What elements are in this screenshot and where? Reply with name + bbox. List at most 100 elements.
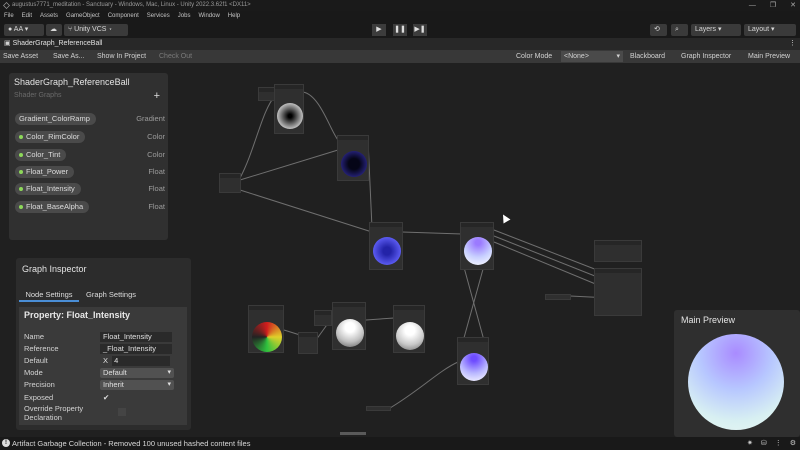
property-type: Color [147,150,165,159]
blackboard-title: ShaderGraph_ReferenceBall [14,77,130,87]
shader-node[interactable] [337,135,369,181]
main-preview-title: Main Preview [681,315,736,325]
wire [493,235,611,283]
exposed-checkbox[interactable]: ✔ [100,393,109,403]
hierarchy-icon[interactable]: ⋮ [775,437,782,450]
property-type: Gradient [136,114,165,123]
wire [401,231,463,235]
node-preview [464,237,492,265]
wire [493,229,611,276]
wire [493,241,611,291]
property-type: Float [148,202,165,211]
property-type: Float [148,167,165,176]
wire [239,189,373,233]
mode-value: Default [103,368,127,377]
property-pill[interactable]: Color_Tint [15,149,67,161]
shader-node[interactable] [298,332,318,354]
shader-node[interactable] [457,337,489,385]
blackboard-panel: ShaderGraph_ReferenceBall Shader Graphs … [9,73,168,240]
add-property-button[interactable]: + [154,90,160,102]
shader-node[interactable] [314,310,332,326]
property-pill[interactable]: Gradient_ColorRamp [15,113,96,125]
wire [239,149,339,181]
blackboard-property[interactable]: Color_RimColor Color [15,131,165,143]
blackboard-property[interactable]: Gradient_ColorRamp Gradient [15,113,165,125]
mode-label: Mode [24,368,43,377]
blackboard-property[interactable]: Color_Tint Color [15,149,165,161]
default-axis-label: X [103,356,109,365]
node-preview [277,103,303,129]
canvas-scrollbar[interactable] [340,432,366,435]
inspector-tabs: Node Settings Graph Settings [16,288,191,302]
blackboard-property[interactable]: Float_Intensity Float [15,183,165,195]
blackboard-subtitle: Shader Graphs [14,92,62,99]
tab-graph-settings[interactable]: Graph Settings [86,288,136,302]
reference-label: Reference [24,344,59,353]
property-header: Property: Float_Intensity [24,310,131,320]
blackboard-property[interactable]: Float_Power Float [15,166,165,178]
node-preview [336,319,364,347]
override-property-label: Override Property Declaration [24,404,84,422]
default-field[interactable]: X 4 [100,356,172,366]
node-preview [373,237,401,265]
graph-inspector-panel: Graph Inspector Node Settings Graph Sett… [16,258,191,430]
shader-node[interactable] [460,222,494,270]
wire [389,361,459,409]
cache-icon[interactable]: ⛁ [761,437,767,450]
precision-label: Precision [24,380,55,389]
reference-field[interactable]: _Float_Intensity [100,344,172,354]
blackboard-property[interactable]: Float_BaseAlpha Float [15,201,165,213]
property-pill[interactable]: Float_Power [15,166,75,178]
node-preview [252,322,282,352]
status-message[interactable]: Artifact Garbage Collection - Removed 10… [12,439,250,448]
property-type: Float [148,184,165,193]
name-label: Name [24,332,45,341]
exposed-dot-icon [19,205,23,210]
shader-node[interactable] [248,305,284,353]
main-preview-panel: Main Preview [674,310,800,437]
property-node[interactable] [219,173,241,193]
property-name: Color_Tint [26,150,61,159]
property-settings: Property: Float_Intensity Name Float_Int… [19,307,187,425]
exposed-dot-icon [19,170,23,175]
shader-node[interactable] [393,305,425,353]
property-pill[interactable]: Color_RimColor [15,131,86,143]
wire [302,91,339,141]
shader-node[interactable] [274,84,304,134]
node-preview [396,322,424,350]
bug-icon[interactable]: ✷ [747,437,753,450]
property-node[interactable] [545,294,571,300]
node-preview [341,151,367,177]
info-icon: ! [2,439,10,447]
node-preview [460,353,488,381]
wire [239,95,276,179]
exposed-label: Exposed [24,393,54,402]
status-bar: ! Artifact Garbage Collection - Removed … [0,437,800,450]
property-name: Float_Power [26,167,69,176]
shader-node[interactable] [369,222,403,270]
shader-node[interactable] [332,302,366,350]
tab-node-settings[interactable]: Node Settings [19,288,79,302]
preview-sphere[interactable] [688,334,784,430]
property-node[interactable] [366,406,391,411]
precision-value: Inherit [103,380,124,389]
exposed-dot-icon [19,153,23,158]
precision-dropdown[interactable]: Inherit [100,380,174,390]
override-checkbox[interactable] [118,408,126,416]
graph-inspector-title: Graph Inspector [22,264,87,274]
exposed-dot-icon [19,135,23,140]
exposed-dot-icon [19,187,23,192]
fragment-master-node[interactable] [594,268,642,316]
property-name: Gradient_ColorRamp [19,114,90,123]
default-value-input[interactable]: 4 [112,356,171,366]
property-name: Float_Intensity [26,184,75,193]
property-type: Color [147,132,165,141]
notifications-icon[interactable]: ⚙ [790,437,796,450]
default-label: Default [24,356,48,365]
wire [365,317,395,321]
mode-dropdown[interactable]: Default [100,368,174,378]
property-pill[interactable]: Float_Intensity [15,183,81,195]
vertex-master-node[interactable] [594,240,642,262]
name-field[interactable]: Float_Intensity [100,332,172,342]
property-pill[interactable]: Float_BaseAlpha [15,201,90,213]
